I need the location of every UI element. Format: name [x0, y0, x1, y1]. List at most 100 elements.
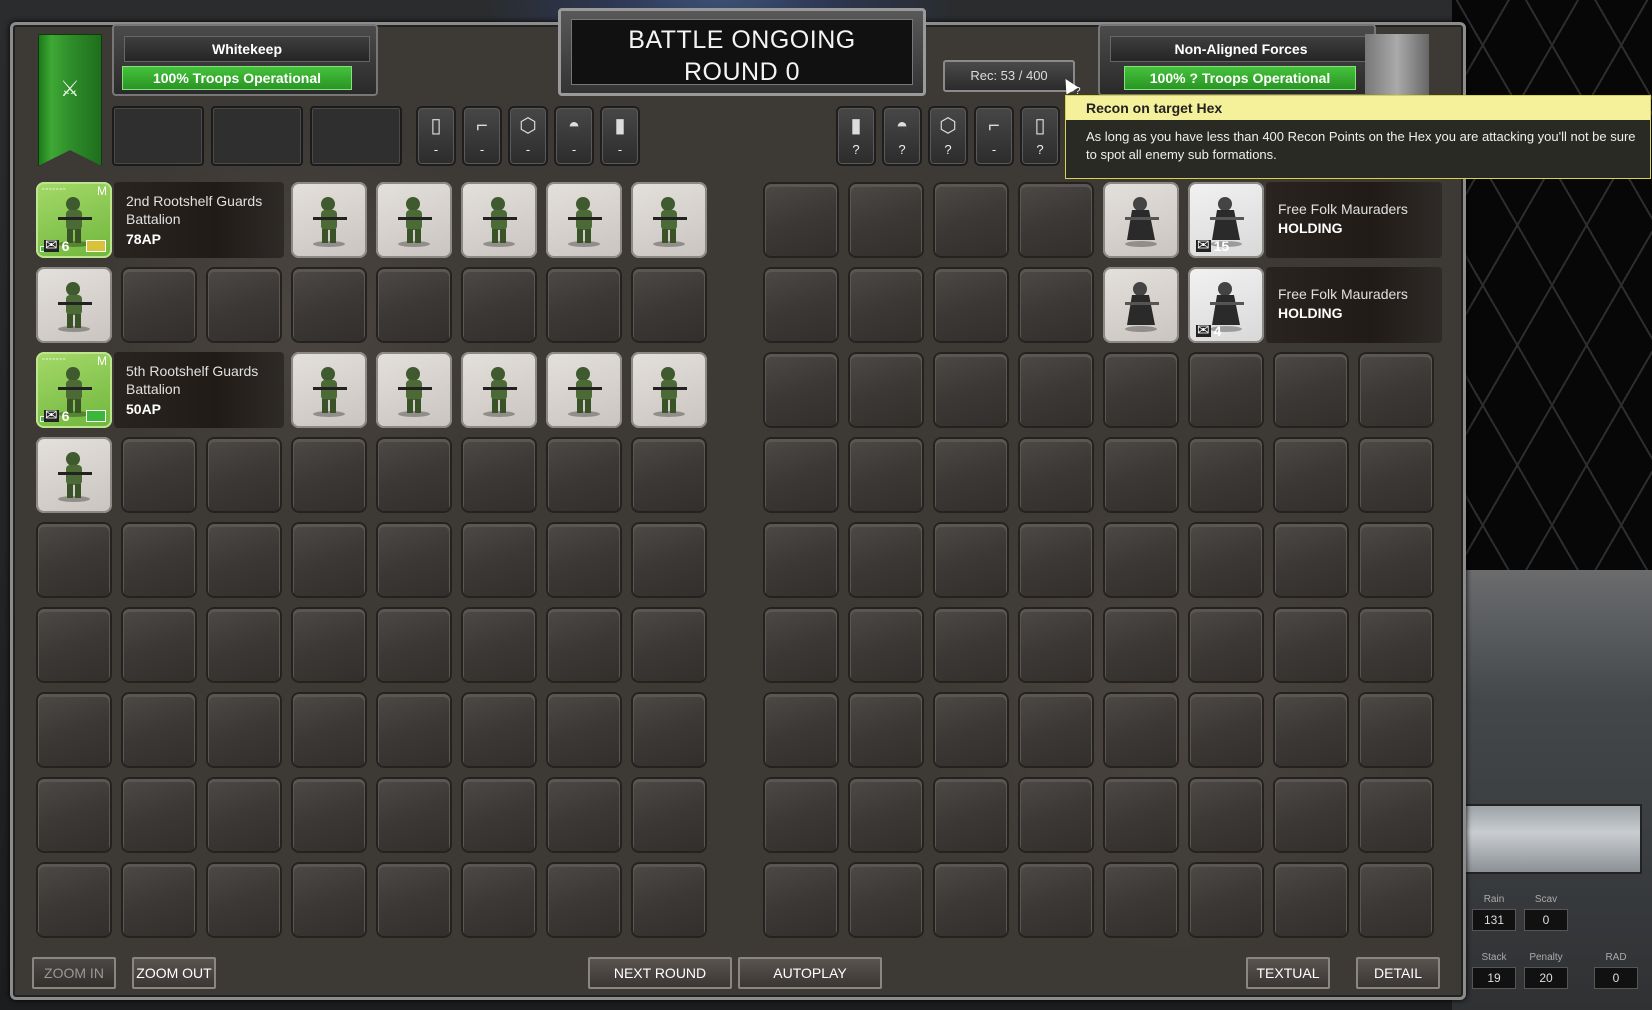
grid-cell[interactable] [461, 267, 537, 343]
formation-info-card[interactable]: Free Folk Mauraders HOLDING [1266, 267, 1442, 343]
unit-card[interactable] [461, 352, 537, 428]
grid-cell[interactable] [933, 862, 1009, 938]
grid-cell[interactable] [36, 522, 112, 598]
grid-cell[interactable] [763, 607, 839, 683]
grid-cell[interactable] [1273, 522, 1349, 598]
unit-card[interactable]: ▫▫▫▫▫▫▫ M ✉ 6 [36, 182, 112, 258]
grid-cell[interactable] [1273, 607, 1349, 683]
grid-cell[interactable] [848, 862, 924, 938]
grid-cell[interactable] [1188, 777, 1264, 853]
grid-cell[interactable] [848, 437, 924, 513]
unit-card[interactable] [36, 437, 112, 513]
grid-cell[interactable] [763, 182, 839, 258]
grid-cell[interactable] [631, 607, 707, 683]
grid-cell[interactable] [376, 862, 452, 938]
grid-cell[interactable] [763, 862, 839, 938]
grid-cell[interactable] [1018, 522, 1094, 598]
unit-card[interactable] [291, 182, 367, 258]
grid-cell[interactable] [631, 437, 707, 513]
grid-cell[interactable] [376, 777, 452, 853]
grid-cell[interactable] [933, 182, 1009, 258]
grid-cell[interactable] [121, 607, 197, 683]
zoom-in-button[interactable]: ZOOM IN [32, 957, 116, 989]
unit-card[interactable] [631, 182, 707, 258]
formation-info-card[interactable]: 2nd Rootshelf Guards Battalion 78AP [114, 182, 284, 258]
grid-cell[interactable] [1018, 862, 1094, 938]
grid-cell[interactable] [1103, 607, 1179, 683]
grid-cell[interactable] [461, 692, 537, 768]
grid-cell[interactable] [933, 607, 1009, 683]
grid-cell[interactable] [1188, 607, 1264, 683]
grid-cell[interactable] [763, 522, 839, 598]
grid-cell[interactable] [121, 522, 197, 598]
grid-cell[interactable] [291, 692, 367, 768]
grid-cell[interactable] [376, 607, 452, 683]
grid-cell[interactable] [1103, 352, 1179, 428]
left-slot-2[interactable] [211, 106, 303, 166]
grid-cell[interactable] [546, 437, 622, 513]
grid-cell[interactable] [763, 777, 839, 853]
grid-cell[interactable] [1273, 692, 1349, 768]
grid-cell[interactable] [121, 437, 197, 513]
grid-cell[interactable] [206, 607, 282, 683]
grid-cell[interactable] [206, 267, 282, 343]
grid-cell[interactable] [933, 522, 1009, 598]
grid-cell[interactable] [1273, 437, 1349, 513]
grid-cell[interactable] [1103, 862, 1179, 938]
grid-cell[interactable] [461, 777, 537, 853]
unit-card[interactable] [36, 267, 112, 343]
left-res-gun[interactable]: ⌐ - [462, 106, 502, 166]
unit-card[interactable] [546, 182, 622, 258]
grid-cell[interactable] [933, 267, 1009, 343]
grid-cell[interactable] [848, 777, 924, 853]
grid-cell[interactable] [376, 267, 452, 343]
unit-card[interactable] [376, 352, 452, 428]
grid-cell[interactable] [1188, 862, 1264, 938]
grid-cell[interactable] [121, 777, 197, 853]
grid-cell[interactable] [1103, 437, 1179, 513]
grid-cell[interactable] [1103, 692, 1179, 768]
grid-cell[interactable] [1358, 352, 1434, 428]
grid-cell[interactable] [1018, 352, 1094, 428]
grid-cell[interactable] [206, 777, 282, 853]
grid-cell[interactable] [1358, 522, 1434, 598]
grid-cell[interactable] [206, 522, 282, 598]
grid-cell[interactable] [933, 437, 1009, 513]
detail-button[interactable]: DETAIL [1356, 957, 1440, 989]
right-res-cards[interactable]: ▯ ? [1020, 106, 1060, 166]
unit-card[interactable] [1103, 182, 1179, 258]
grid-cell[interactable] [933, 352, 1009, 428]
grid-cell[interactable] [461, 437, 537, 513]
grid-cell[interactable] [763, 267, 839, 343]
left-slot-3[interactable] [310, 106, 402, 166]
next-round-button[interactable]: NEXT ROUND [588, 957, 732, 989]
grid-cell[interactable] [291, 437, 367, 513]
right-res-barrel[interactable]: ▮ ? [836, 106, 876, 166]
grid-cell[interactable] [933, 692, 1009, 768]
grid-cell[interactable] [631, 267, 707, 343]
grid-cell[interactable] [546, 522, 622, 598]
grid-cell[interactable] [631, 522, 707, 598]
grid-cell[interactable] [1103, 777, 1179, 853]
grid-cell[interactable] [1188, 692, 1264, 768]
grid-cell[interactable] [36, 862, 112, 938]
grid-cell[interactable] [1358, 862, 1434, 938]
grid-cell[interactable] [546, 862, 622, 938]
left-res-hex[interactable]: ⬡ - [508, 106, 548, 166]
grid-cell[interactable] [763, 437, 839, 513]
grid-cell[interactable] [1188, 352, 1264, 428]
unit-card[interactable] [1103, 267, 1179, 343]
grid-cell[interactable] [206, 692, 282, 768]
left-res-helmet[interactable]: ◓ - [554, 106, 594, 166]
zoom-out-button[interactable]: ZOOM OUT [132, 957, 216, 989]
grid-cell[interactable] [1018, 607, 1094, 683]
grid-cell[interactable] [1358, 777, 1434, 853]
grid-cell[interactable] [1188, 437, 1264, 513]
unit-card[interactable] [376, 182, 452, 258]
grid-cell[interactable] [1358, 607, 1434, 683]
right-res-helmet[interactable]: ◓ ? [882, 106, 922, 166]
left-res-cards[interactable]: ▯ - [416, 106, 456, 166]
grid-cell[interactable] [376, 522, 452, 598]
grid-cell[interactable] [376, 437, 452, 513]
grid-cell[interactable] [848, 352, 924, 428]
